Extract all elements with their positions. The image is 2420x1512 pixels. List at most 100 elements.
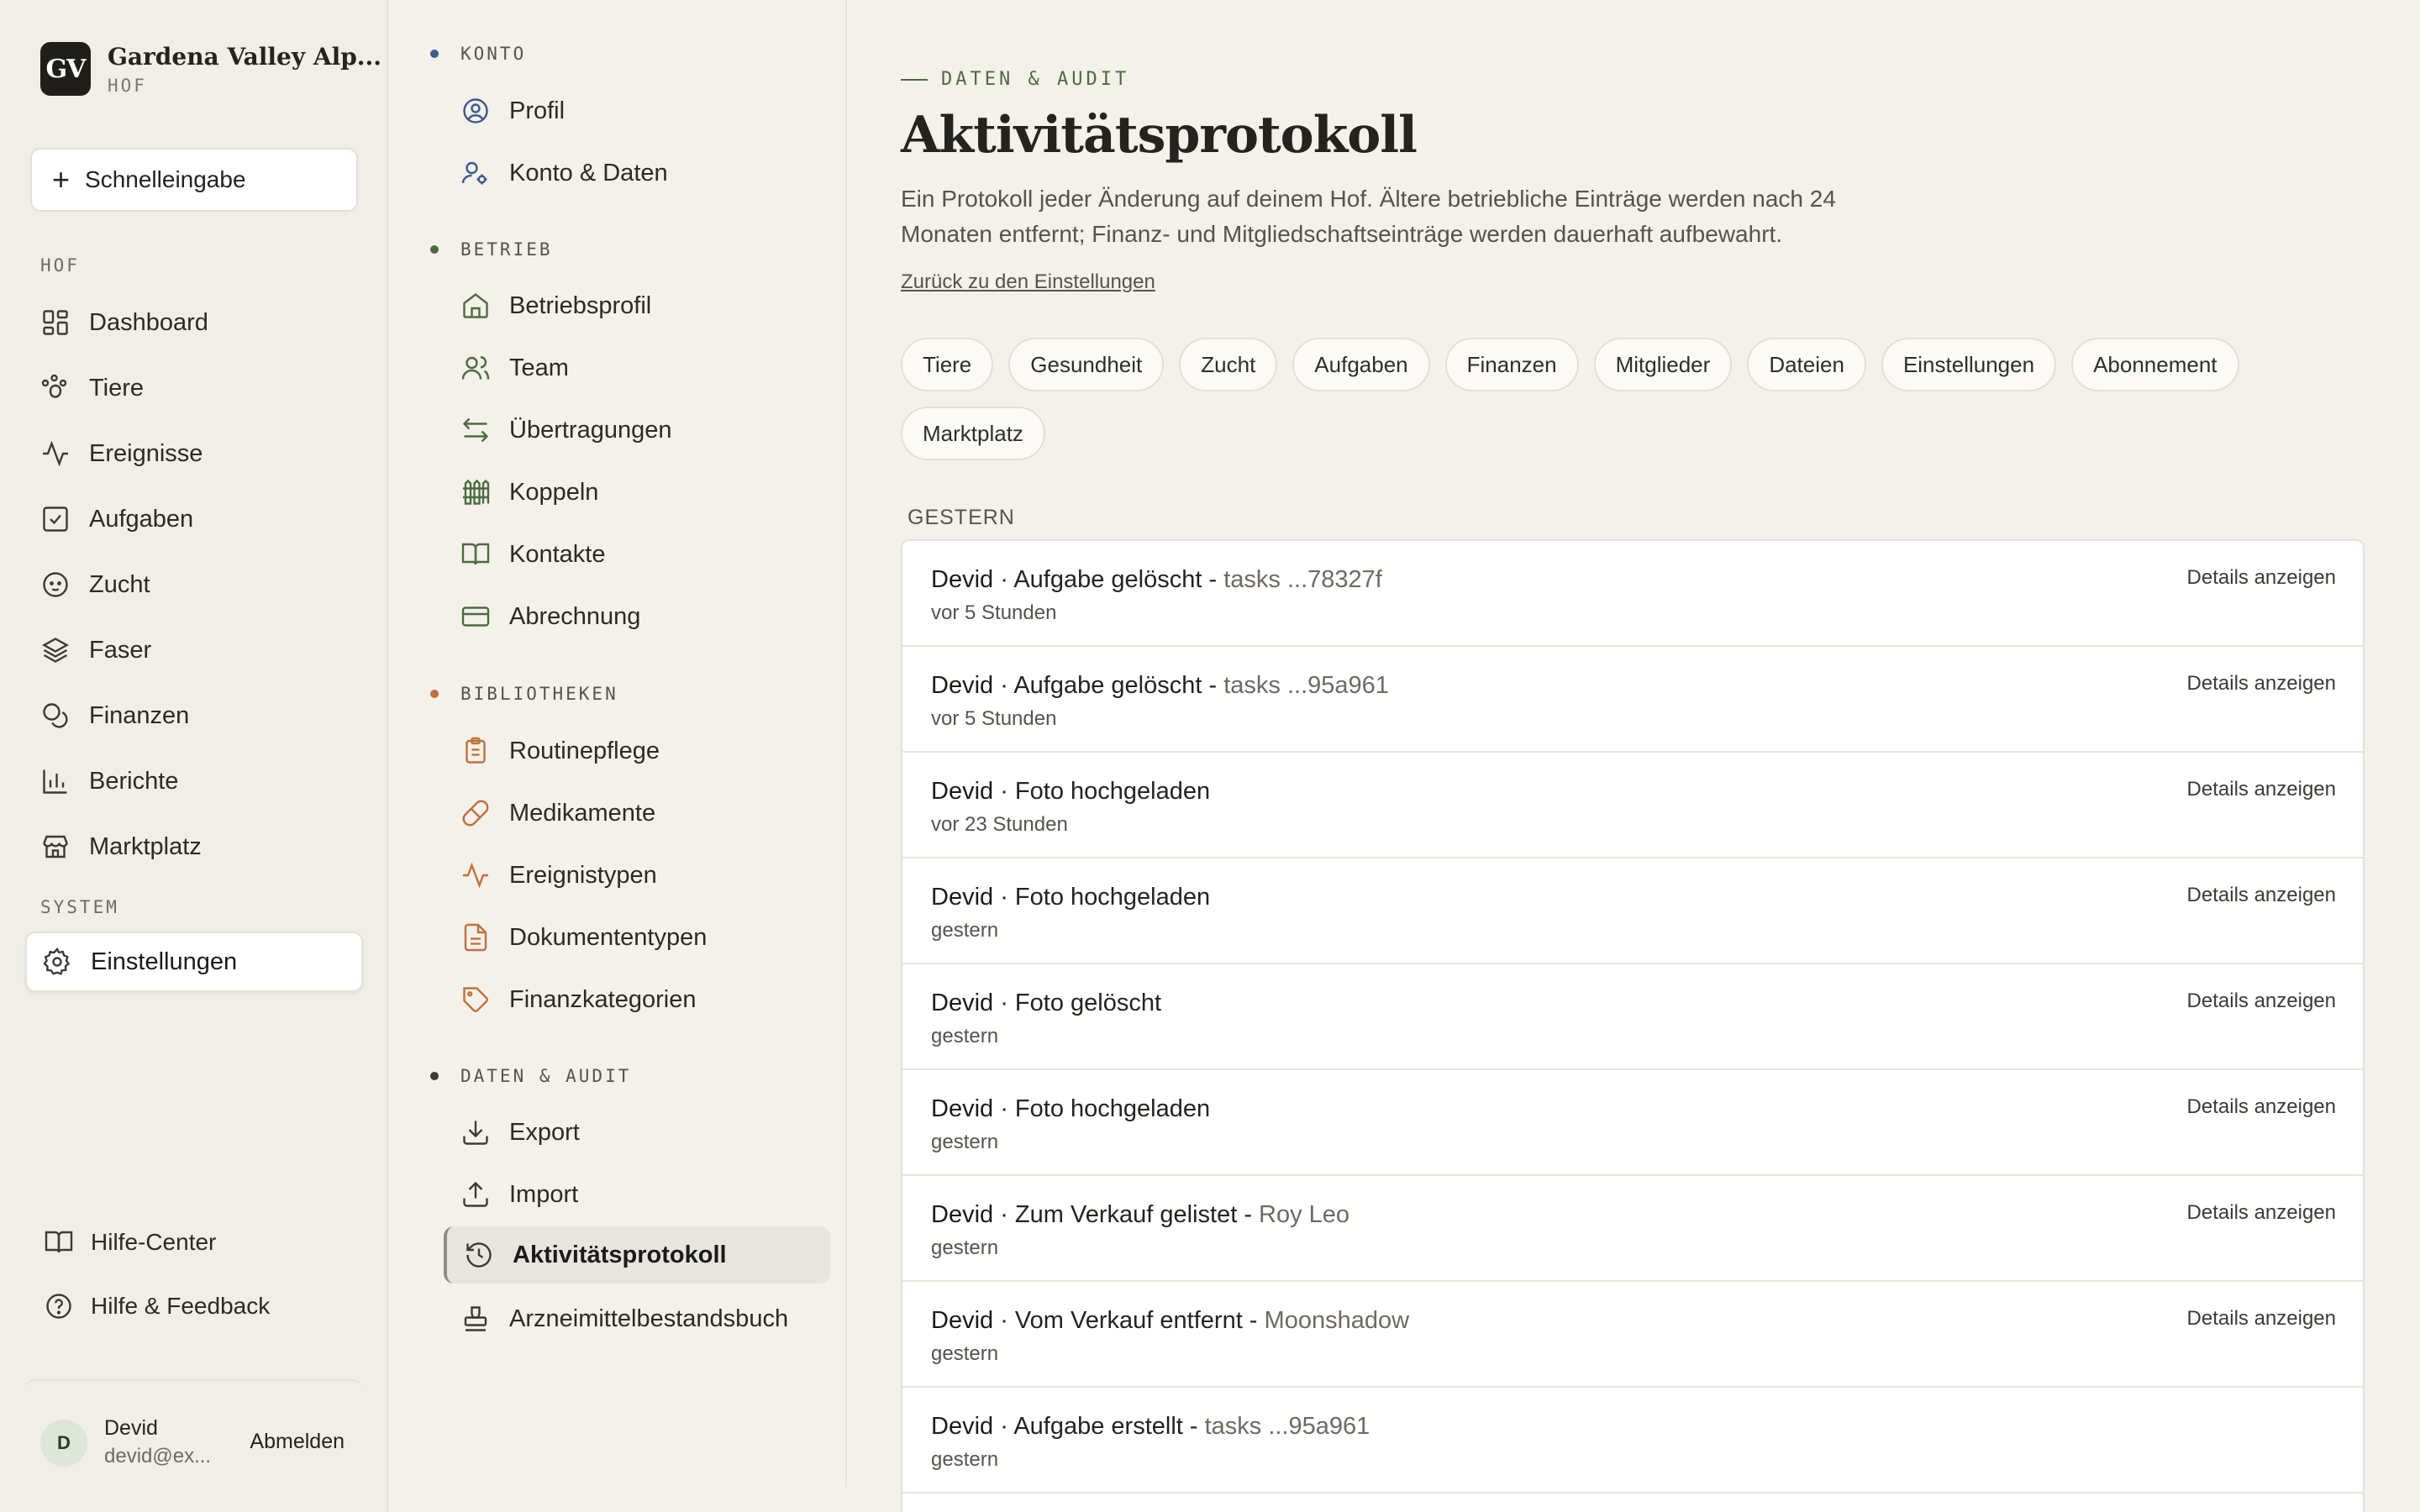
show-details-button[interactable]: Details anzeigen <box>2187 1201 2336 1225</box>
settings-item-abrechnung[interactable]: Abrechnung <box>444 588 830 645</box>
log-timestamp: gestern <box>931 1342 999 1365</box>
log-entry: Devid · Aufgabe gelöscht - tasks ...7832… <box>902 541 2363 647</box>
sidebar-item-label: Marktplatz <box>89 832 202 860</box>
sidebar-item-tiere[interactable]: Tiere <box>25 360 363 416</box>
log-action: · Aufgabe gelöscht - <box>993 566 1224 593</box>
user-cog-icon <box>460 158 491 188</box>
log-action: · Zum Verkauf gelistet - <box>993 1201 1260 1228</box>
sidebar-item-aufgaben[interactable]: Aufgaben <box>25 491 363 547</box>
log-entry: Devid · Foto hochgeladen gestern Details… <box>902 1070 2363 1176</box>
settings-item-label: Abrechnung <box>509 602 641 630</box>
log-entry-text: Devid · Foto hochgeladen <box>931 1095 1210 1123</box>
settings-item-routinepflege[interactable]: Routinepflege <box>444 722 830 780</box>
sidebar-item-finanzen[interactable]: Finanzen <box>25 688 363 743</box>
log-entry: Devid · Foto hochgeladen gestern Details… <box>902 858 2363 964</box>
show-details-button[interactable]: Details anzeigen <box>2187 1307 2336 1331</box>
download-icon <box>460 1117 491 1147</box>
sidebar-item-ereignisse[interactable]: Ereignisse <box>25 426 363 481</box>
show-details-button[interactable]: Details anzeigen <box>2187 884 2336 907</box>
filter-chip-aufgaben[interactable]: Aufgaben <box>1292 338 1430 391</box>
show-details-button[interactable]: Details anzeigen <box>2187 672 2336 696</box>
log-target: Roy Leo <box>1259 1201 1350 1228</box>
sidebar: GV Gardena Valley Alp... HOF + Schnellei… <box>0 0 388 1512</box>
log-entry-text: Devid · Vom Verkauf entfernt - Moonshado… <box>931 1307 1409 1335</box>
dashboard-icon <box>40 307 71 338</box>
filter-chip-einstellungen[interactable]: Einstellungen <box>1881 338 2057 391</box>
avatar[interactable]: D <box>40 1420 87 1467</box>
log-entry-text: Devid · Foto hochgeladen <box>931 884 1210 911</box>
settings-item-medikamente[interactable]: Medikamente <box>444 785 830 842</box>
log-actor: Devid <box>931 1095 994 1122</box>
settings-item-label: Profil <box>509 97 566 124</box>
log-entry-text: Devid · Aufgabe gelöscht - tasks ...7832… <box>931 566 1382 594</box>
filter-chip-dateien[interactable]: Dateien <box>1747 338 1866 391</box>
filter-chip-mitglieder[interactable]: Mitglieder <box>1593 338 1733 391</box>
log-entry-text: Devid · Foto gelöscht <box>931 990 1161 1017</box>
log-entry-text: Devid · Zum Verkauf gelistet - Roy Leo <box>931 1201 1349 1229</box>
page-title: Aktivitätsprotokoll <box>901 106 1418 165</box>
fence-icon <box>460 477 491 507</box>
show-details-button[interactable]: Details anzeigen <box>2187 778 2336 801</box>
user-name: Devid <box>104 1416 158 1440</box>
settings-item-arzneimittelbestandsbuch[interactable]: Arzneimittelbestandsbuch <box>444 1290 830 1347</box>
farm-name: Gardena Valley Alp... <box>108 42 382 71</box>
show-details-button[interactable]: Details anzeigen <box>2187 990 2336 1013</box>
filter-chip-zucht[interactable]: Zucht <box>1179 338 1278 391</box>
filter-chip-abonnement[interactable]: Abonnement <box>2071 338 2239 391</box>
settings-item-profil[interactable]: Profil <box>444 82 830 139</box>
settings-section-konto: KONTO <box>430 44 526 64</box>
settings-item-ereignistypen[interactable]: Ereignistypen <box>444 847 830 904</box>
upload-icon <box>460 1179 491 1210</box>
settings-item-export[interactable]: Export <box>444 1104 830 1161</box>
logout-button[interactable]: Abmelden <box>250 1430 345 1454</box>
settings-item-uebertragungen[interactable]: Übertragungen <box>444 402 830 459</box>
show-details-button[interactable]: Details anzeigen <box>2187 566 2336 590</box>
log-actor: Devid <box>931 1201 994 1228</box>
log-action: · Vom Verkauf entfernt - <box>993 1307 1265 1334</box>
log-group-label: GESTERN <box>908 506 1015 529</box>
settings-item-finanzkategorien[interactable]: Finanzkategorien <box>444 971 830 1028</box>
help-center-link[interactable]: Hilfe-Center <box>44 1217 363 1268</box>
sidebar-item-label: Aufgaben <box>89 505 194 533</box>
filter-chip-finanzen[interactable]: Finanzen <box>1444 338 1579 391</box>
quick-entry-label: Schnelleingabe <box>85 166 246 192</box>
section-dot <box>430 1072 439 1080</box>
settings-item-label: Betriebsprofil <box>509 291 652 319</box>
settings-item-import[interactable]: Import <box>444 1166 830 1223</box>
settings-item-dokumententypen[interactable]: Dokumententypen <box>444 909 830 966</box>
sidebar-item-zucht[interactable]: Zucht <box>25 557 363 612</box>
checkbox-icon <box>40 504 71 534</box>
sidebar-item-label: Faser <box>89 636 152 664</box>
settings-item-kontakte[interactable]: Kontakte <box>444 526 830 583</box>
sidebar-item-label: Zucht <box>89 570 150 598</box>
settings-item-team[interactable]: Team <box>444 339 830 396</box>
sidebar-item-faser[interactable]: Faser <box>25 622 363 678</box>
settings-item-aktivitaetsprotokoll[interactable]: Aktivitätsprotokoll <box>444 1226 830 1284</box>
filter-chip-gesundheit[interactable]: Gesundheit <box>1008 338 1165 391</box>
layers-icon <box>40 635 71 665</box>
settings-item-label: Koppeln <box>509 478 599 506</box>
log-target: tasks ...95a961 <box>1204 1413 1370 1440</box>
settings-item-konto-daten[interactable]: Konto & Daten <box>444 144 830 202</box>
filter-chip-tiere[interactable]: Tiere <box>901 338 994 391</box>
back-to-settings-link[interactable]: Zurück zu den Einstellungen <box>901 270 1155 294</box>
log-actor: Devid <box>931 884 994 911</box>
sidebar-item-berichte[interactable]: Berichte <box>25 753 363 809</box>
sidebar-item-einstellungen[interactable]: Einstellungen <box>25 932 363 992</box>
sidebar-item-dashboard[interactable]: Dashboard <box>25 295 363 350</box>
sidebar-item-marktplatz[interactable]: Marktplatz <box>25 819 363 874</box>
show-details-button[interactable]: Details anzeigen <box>2187 1095 2336 1119</box>
help-feedback-link[interactable]: Hilfe & Feedback <box>44 1281 363 1331</box>
brand[interactable]: GV Gardena Valley Alp... HOF <box>40 42 381 96</box>
settings-item-koppeln[interactable]: Koppeln <box>444 464 830 521</box>
home-icon <box>460 291 491 321</box>
settings-item-betriebsprofil[interactable]: Betriebsprofil <box>444 277 830 334</box>
transfer-icon <box>460 415 491 445</box>
settings-item-label: Dokumententypen <box>509 923 708 951</box>
log-action: · Aufgabe erstellt - <box>993 1413 1205 1440</box>
history-icon <box>464 1240 494 1270</box>
filter-chip-marktplatz[interactable]: Marktplatz <box>901 407 1045 460</box>
quick-entry-button[interactable]: + Schnelleingabe <box>30 148 358 212</box>
log-timestamp: gestern <box>931 1025 999 1047</box>
settings-section-betrieb: BETRIEB <box>430 239 553 260</box>
